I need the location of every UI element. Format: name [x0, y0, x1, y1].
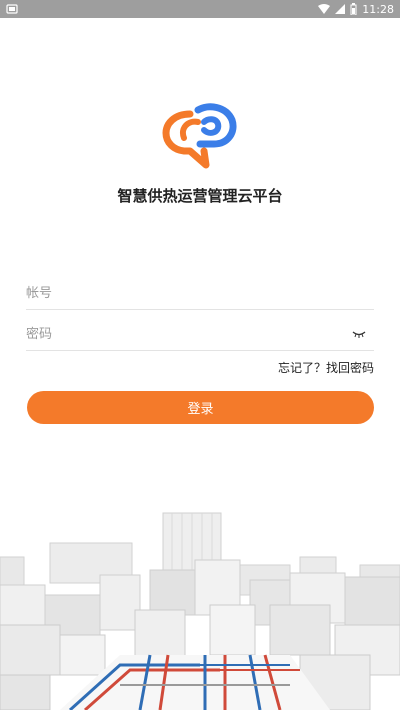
forgot-password-link[interactable]: 忘记了？找回密码: [278, 359, 374, 376]
login-button[interactable]: 登录: [27, 391, 374, 424]
city-illustration: [0, 505, 400, 710]
signal-icon: [335, 4, 346, 14]
app-logo: [162, 103, 237, 169]
notification-icon: [6, 4, 18, 14]
password-input[interactable]: [26, 320, 326, 348]
wifi-icon: [318, 4, 331, 14]
status-bar: 11:28: [0, 0, 400, 18]
app-title: 智慧供热运营管理云平台: [117, 187, 283, 205]
eye-closed-icon[interactable]: [352, 329, 366, 339]
account-input[interactable]: [26, 279, 326, 307]
password-field: [26, 320, 374, 351]
battery-icon: [350, 3, 357, 15]
status-time: 11:28: [362, 2, 394, 16]
account-field: [26, 279, 374, 310]
